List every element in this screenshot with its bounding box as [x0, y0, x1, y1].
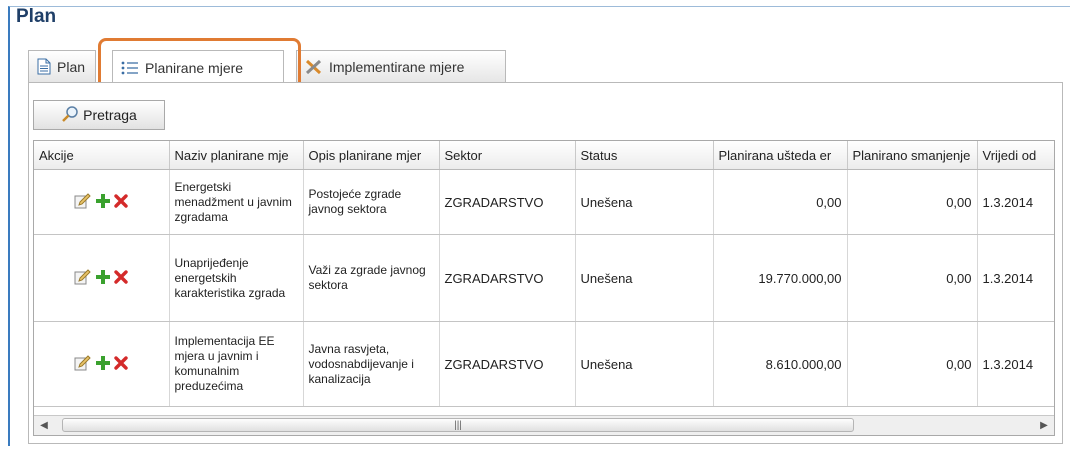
scroll-left-arrow-icon[interactable]: ◀ [34, 416, 54, 435]
scrollbar-thumb[interactable]: ||| [62, 418, 854, 432]
column-header-vrijedi-od[interactable]: Vrijedi od [977, 141, 1054, 170]
grid-header-row: Akcije Naziv planirane mje Opis planiran… [34, 141, 1054, 170]
vrijedi-od-cell: 1.3.2014 [977, 169, 1054, 235]
scroll-right-arrow-icon[interactable]: ▶ [1034, 416, 1054, 435]
naziv-cell: Energetski menadžment u javnim zgradama [169, 169, 304, 235]
smanjenje-cell: 0,00 [847, 234, 978, 322]
edit-icon[interactable] [73, 354, 93, 372]
horizontal-scrollbar[interactable]: ◀ ||| ▶ [34, 415, 1054, 435]
tab-implementirane-mjere[interactable]: Implementirane mjere [296, 50, 506, 82]
sektor-cell: ZGRADARSTVO [439, 234, 576, 322]
column-header-naziv[interactable]: Naziv planirane mje [169, 141, 304, 170]
column-header-opis[interactable]: Opis planirane mjer [303, 141, 440, 170]
column-header-status[interactable]: Status [575, 141, 714, 170]
smanjenje-cell: 0,00 [847, 321, 978, 407]
vrijedi-od-cell: 1.3.2014 [977, 321, 1054, 407]
usteda-cell: 0,00 [713, 169, 848, 235]
tab-label: Plan [57, 58, 86, 75]
status-cell: Unešena [575, 169, 714, 235]
column-header-akcije[interactable]: Akcije [34, 141, 170, 170]
smanjenje-cell: 0,00 [847, 169, 978, 235]
opis-cell: Postojeće zgrade javnog sektora [303, 169, 440, 235]
column-header-smanjenje[interactable]: Planirano smanjenje [847, 141, 978, 170]
magnifier-icon [61, 105, 79, 126]
delete-icon[interactable] [113, 269, 129, 285]
page-title: Plan [16, 6, 57, 27]
status-cell: Unešena [575, 234, 714, 322]
document-icon [37, 58, 51, 75]
actions-cell [34, 169, 170, 235]
naziv-cell: Unaprijeđenje energetskih karakteristika… [169, 234, 304, 322]
usteda-cell: 19.770.000,00 [713, 234, 848, 322]
opis-cell: Važi za zgrade javnog sektora [303, 234, 440, 322]
column-header-usteda[interactable]: Planirana ušteda er [713, 141, 848, 170]
opis-cell: Javna rasvjeta, vodosnabdijevanje i kana… [303, 321, 440, 407]
edit-icon[interactable] [73, 268, 93, 286]
sektor-cell: ZGRADARSTVO [439, 321, 576, 407]
search-button-label: Pretraga [83, 107, 137, 123]
tab-plan[interactable]: Plan [28, 50, 96, 82]
measures-grid: Akcije Naziv planirane mje Opis planiran… [33, 140, 1055, 436]
tools-icon [305, 59, 323, 75]
table-row[interactable]: Implementacija EE mjera u javnim i komun… [34, 321, 1054, 407]
add-icon[interactable] [94, 354, 112, 372]
edit-icon[interactable] [73, 192, 93, 210]
table-row[interactable]: Unaprijeđenje energetskih karakteristika… [34, 234, 1054, 322]
actions-cell [34, 321, 170, 407]
table-row[interactable]: Energetski menadžment u javnim zgradama … [34, 169, 1054, 235]
naziv-cell: Implementacija EE mjera u javnim i komun… [169, 321, 304, 407]
search-button[interactable]: Pretraga [33, 100, 165, 130]
actions-cell [34, 234, 170, 322]
usteda-cell: 8.610.000,00 [713, 321, 848, 407]
add-icon[interactable] [94, 192, 112, 210]
status-cell: Unešena [575, 321, 714, 407]
column-header-sektor[interactable]: Sektor [439, 141, 576, 170]
vrijedi-od-cell: 1.3.2014 [977, 234, 1054, 322]
sektor-cell: ZGRADARSTVO [439, 169, 576, 235]
delete-icon[interactable] [113, 355, 129, 371]
tab-label: Implementirane mjere [329, 58, 465, 75]
delete-icon[interactable] [113, 193, 129, 209]
add-icon[interactable] [94, 268, 112, 286]
